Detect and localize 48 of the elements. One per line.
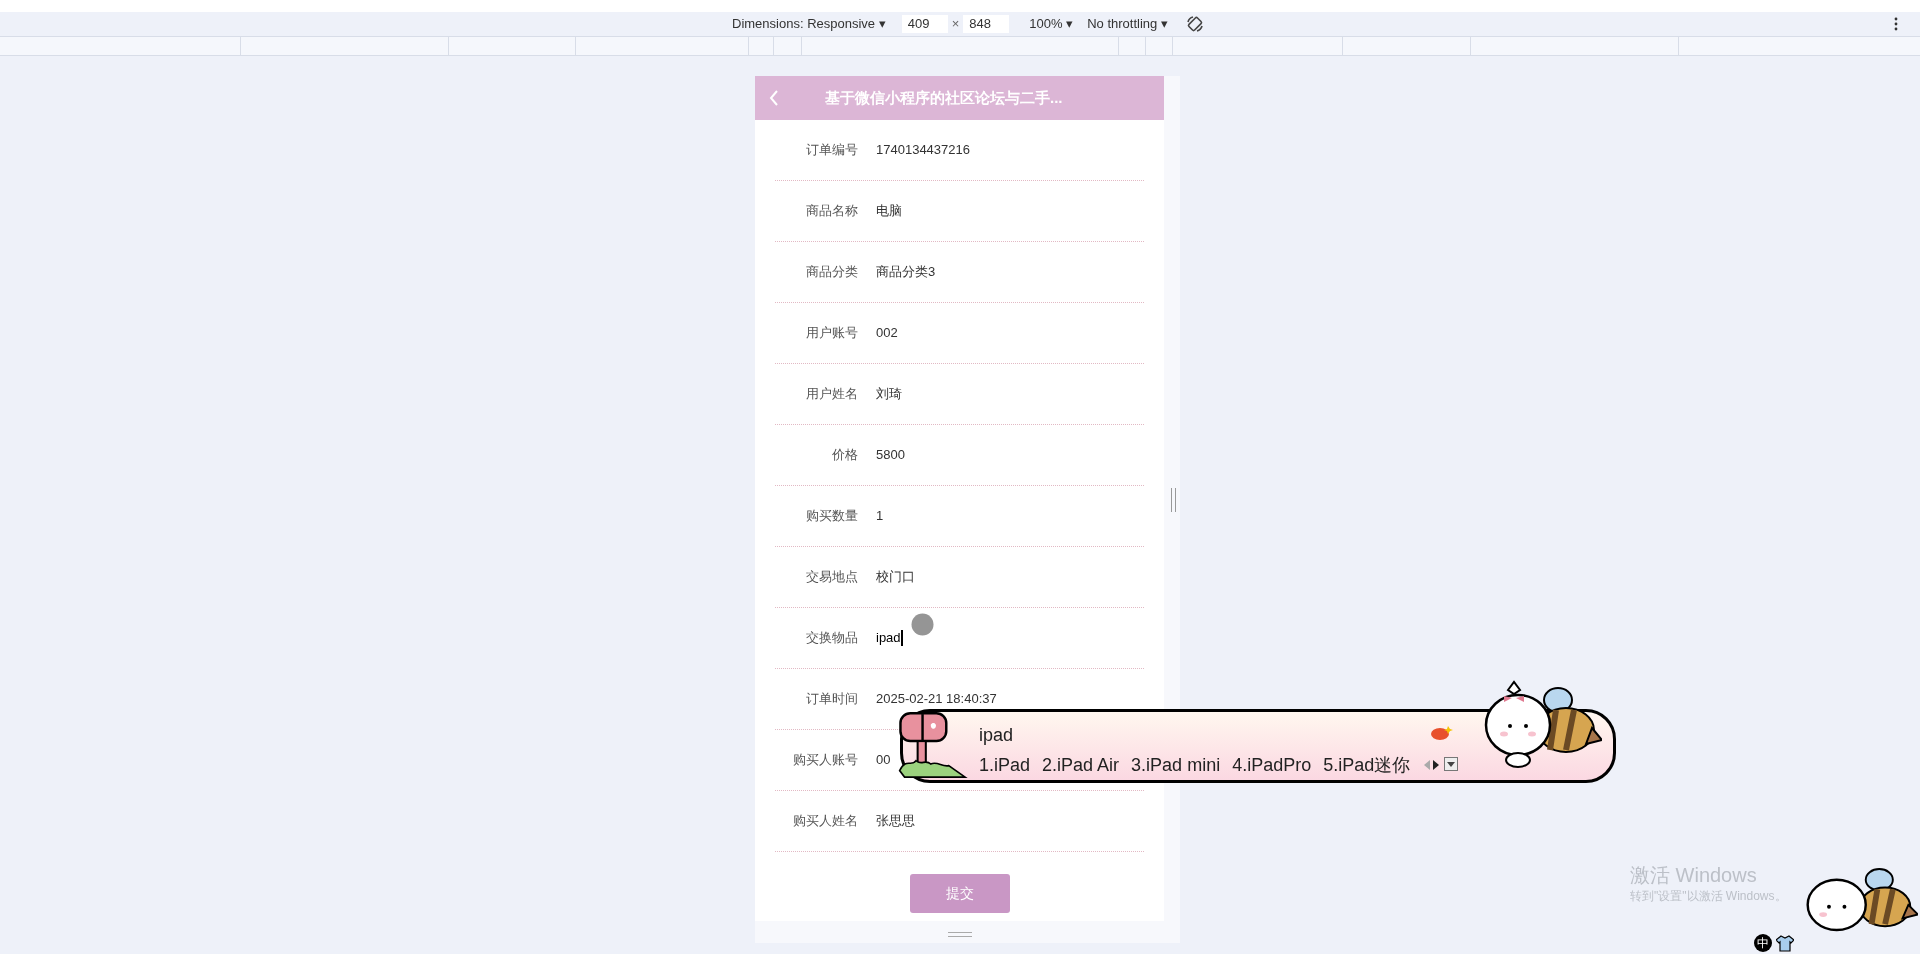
field-label: 订单时间	[805, 690, 858, 709]
field-label: 用户账号	[805, 324, 858, 343]
input-field[interactable]: 002	[876, 323, 898, 343]
zoom-dropdown[interactable]: 100% ▾	[1029, 14, 1074, 34]
mouse-pointer-icon	[911, 613, 934, 636]
expand-icon[interactable]	[1444, 757, 1458, 771]
ime-candidate[interactable]: 4.iPadPro	[1232, 752, 1312, 779]
resize-handle[interactable]	[948, 932, 972, 937]
more-icon[interactable]	[1893, 17, 1899, 31]
input-field[interactable]: 校门口	[876, 567, 915, 587]
field-label: 交换物品	[805, 629, 858, 648]
field-label: 购买人账号	[792, 751, 858, 770]
input-field[interactable]: 1740134437216	[876, 140, 970, 160]
field-label: 用户姓名	[805, 385, 858, 404]
ime-candidate[interactable]: 1.iPad	[979, 752, 1031, 779]
field-label: 商品分类	[805, 263, 858, 282]
input-field[interactable]: 1	[876, 506, 884, 526]
shirt-icon	[1776, 934, 1794, 952]
height-input[interactable]: 848	[963, 15, 1010, 33]
input-field[interactable]: ipad	[876, 628, 903, 648]
input-field[interactable]: 张思思	[876, 811, 915, 831]
field-label: 商品名称	[805, 202, 858, 221]
input-field[interactable]: 00	[876, 750, 891, 770]
ime-candidate[interactable]: 5.iPad迷你	[1323, 752, 1411, 779]
input-field[interactable]: 电脑	[876, 201, 902, 221]
field-label: 购买数量	[805, 507, 858, 526]
sticker-icon	[1430, 724, 1454, 742]
field-label: 价格	[831, 446, 858, 465]
ime-candidate[interactable]: 2.iPad Air	[1042, 752, 1120, 779]
dimensions-dropdown[interactable]: Dimensions: Responsive ▾	[732, 14, 886, 34]
input-field[interactable]: 刘琦	[876, 384, 902, 404]
resize-handle[interactable]	[1171, 488, 1176, 512]
ime-candidate[interactable]: 3.iPad mini	[1131, 752, 1221, 779]
input-field[interactable]: 2025-02-21 18:40:37	[876, 689, 997, 709]
page-title: 基于微信小程序的社区论坛与二手...	[825, 87, 1063, 108]
input-field[interactable]: 商品分类3	[876, 262, 936, 282]
field-label: 订单编号	[805, 141, 858, 160]
width-input[interactable]: 409	[901, 15, 948, 33]
throttling-dropdown[interactable]: No throttling ▾	[1087, 14, 1168, 34]
ime-mode-indicator[interactable]: 中	[1754, 934, 1772, 952]
field-label: 交易地点	[805, 568, 858, 587]
input-field[interactable]: 5800	[876, 445, 905, 465]
rotate-icon[interactable]	[1185, 15, 1204, 33]
ime-composition: ipad	[979, 724, 1014, 747]
next-page-icon[interactable]	[1433, 760, 1439, 770]
field-label: 购买人姓名	[792, 812, 858, 831]
times-sign: ×	[951, 15, 960, 34]
text-caret	[900, 630, 903, 646]
